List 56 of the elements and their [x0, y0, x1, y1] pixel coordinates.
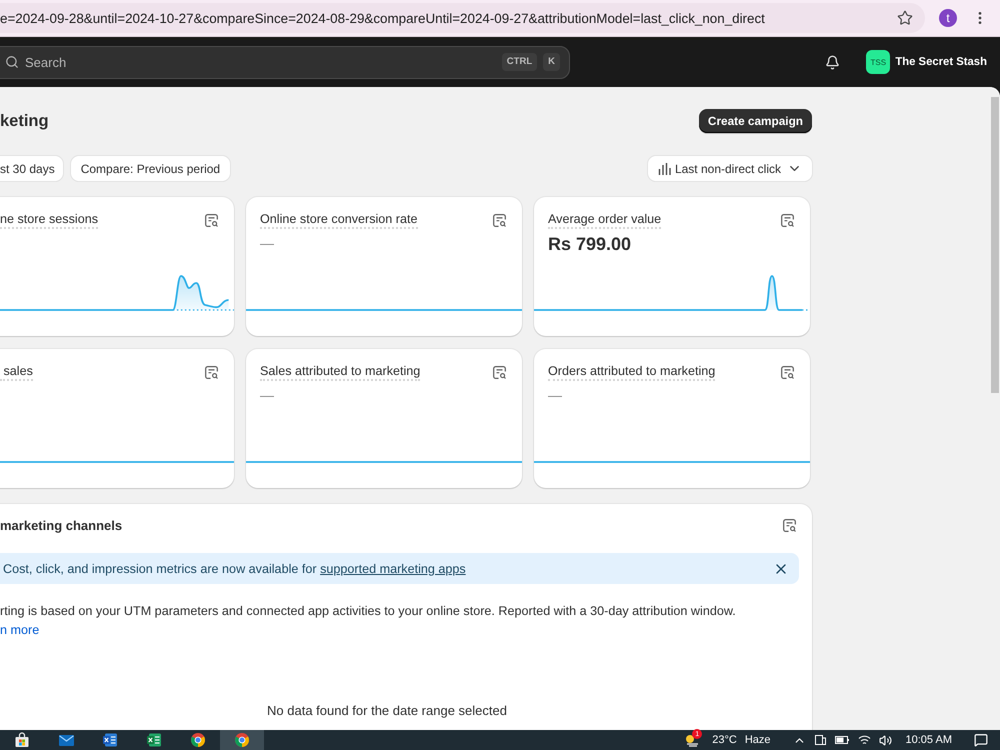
weather-icon[interactable] [684, 733, 700, 747]
notification-icon[interactable] [974, 733, 988, 747]
empty-state-text: No data found for the date range selected [267, 703, 508, 718]
shortcut-key: K [543, 53, 560, 71]
metric-title: Orders attributed to marketing [548, 364, 716, 381]
shopping-bag-icon[interactable] [14, 732, 30, 748]
battery-icon[interactable] [834, 735, 850, 745]
document-search-icon[interactable] [204, 213, 219, 228]
metric-title: Average order value [548, 212, 662, 229]
clock-text: 10:05 AM [906, 734, 952, 746]
store-name[interactable]: The Secret Stash [895, 56, 987, 68]
browser-logo-icon[interactable] [234, 732, 250, 748]
store-avatar[interactable]: TSS [866, 50, 890, 74]
weather-text: Haze [744, 734, 771, 746]
search-input[interactable]: Search [25, 54, 496, 70]
browser-logo-icon[interactable] [190, 732, 206, 748]
speaker-icon[interactable] [878, 734, 892, 746]
search-field[interactable]: Search CTRL K [0, 46, 570, 78]
profile-avatar[interactable]: t [939, 9, 957, 27]
document-icon[interactable] [146, 732, 162, 748]
description-text: rting is based on your UTM parameters and connected app activities to your online store. Reported with a 30-day attribution window. n more [0, 603, 737, 639]
scrollbar-thumb[interactable] [991, 97, 999, 393]
metric-title: Online store conversion rate [260, 212, 418, 229]
document-search-icon[interactable] [204, 365, 219, 380]
bell-icon[interactable] [825, 54, 840, 70]
star-icon[interactable] [897, 10, 913, 26]
device-icon[interactable] [814, 734, 827, 746]
search-icon [5, 55, 19, 69]
envelope-icon[interactable] [58, 732, 74, 748]
metric-title: sales [0, 364, 33, 381]
metric-title: ne store sessions [0, 212, 98, 229]
section-title: marketing channels [0, 518, 122, 533]
metric-title: Sales attributed to marketing [260, 364, 420, 381]
temperature-text: 23°C [712, 734, 737, 746]
compare-button[interactable]: Compare: Previous period [70, 156, 230, 181]
document-search-icon[interactable] [492, 213, 507, 228]
metric-value: — [260, 235, 274, 251]
document-search-icon[interactable] [780, 365, 795, 380]
banner-text: Cost, click, and impression metrics are now available for supported marketing apps [3, 562, 466, 576]
address-bar[interactable]: e=2024-09-28&until=2024-10-27&compareSince=2024-08-29&compareUntil=2024-09-27&attributionModel=last_click_non_direct [0, 3, 925, 33]
date-range-button[interactable]: st 30 days [0, 156, 63, 181]
document-icon[interactable] [102, 732, 118, 748]
page-title: keting [0, 112, 49, 130]
wifi-icon[interactable] [858, 734, 871, 746]
bar-chart-icon [658, 162, 671, 175]
document-search-icon[interactable] [780, 213, 795, 228]
document-search-icon[interactable] [492, 365, 507, 380]
shortcut-key: CTRL [502, 53, 538, 71]
metric-value: — [260, 387, 274, 403]
metric-value: Rs 799.00 [548, 234, 632, 255]
learn-more-link[interactable]: n more [0, 623, 40, 637]
create-campaign-button[interactable]: Create campaign [698, 109, 812, 133]
document-search-icon[interactable] [782, 518, 797, 533]
banner-link[interactable]: supported marketing apps [320, 562, 466, 576]
attribution-dropdown[interactable]: Last non-direct click [648, 156, 812, 181]
metric-value: — [548, 387, 562, 403]
